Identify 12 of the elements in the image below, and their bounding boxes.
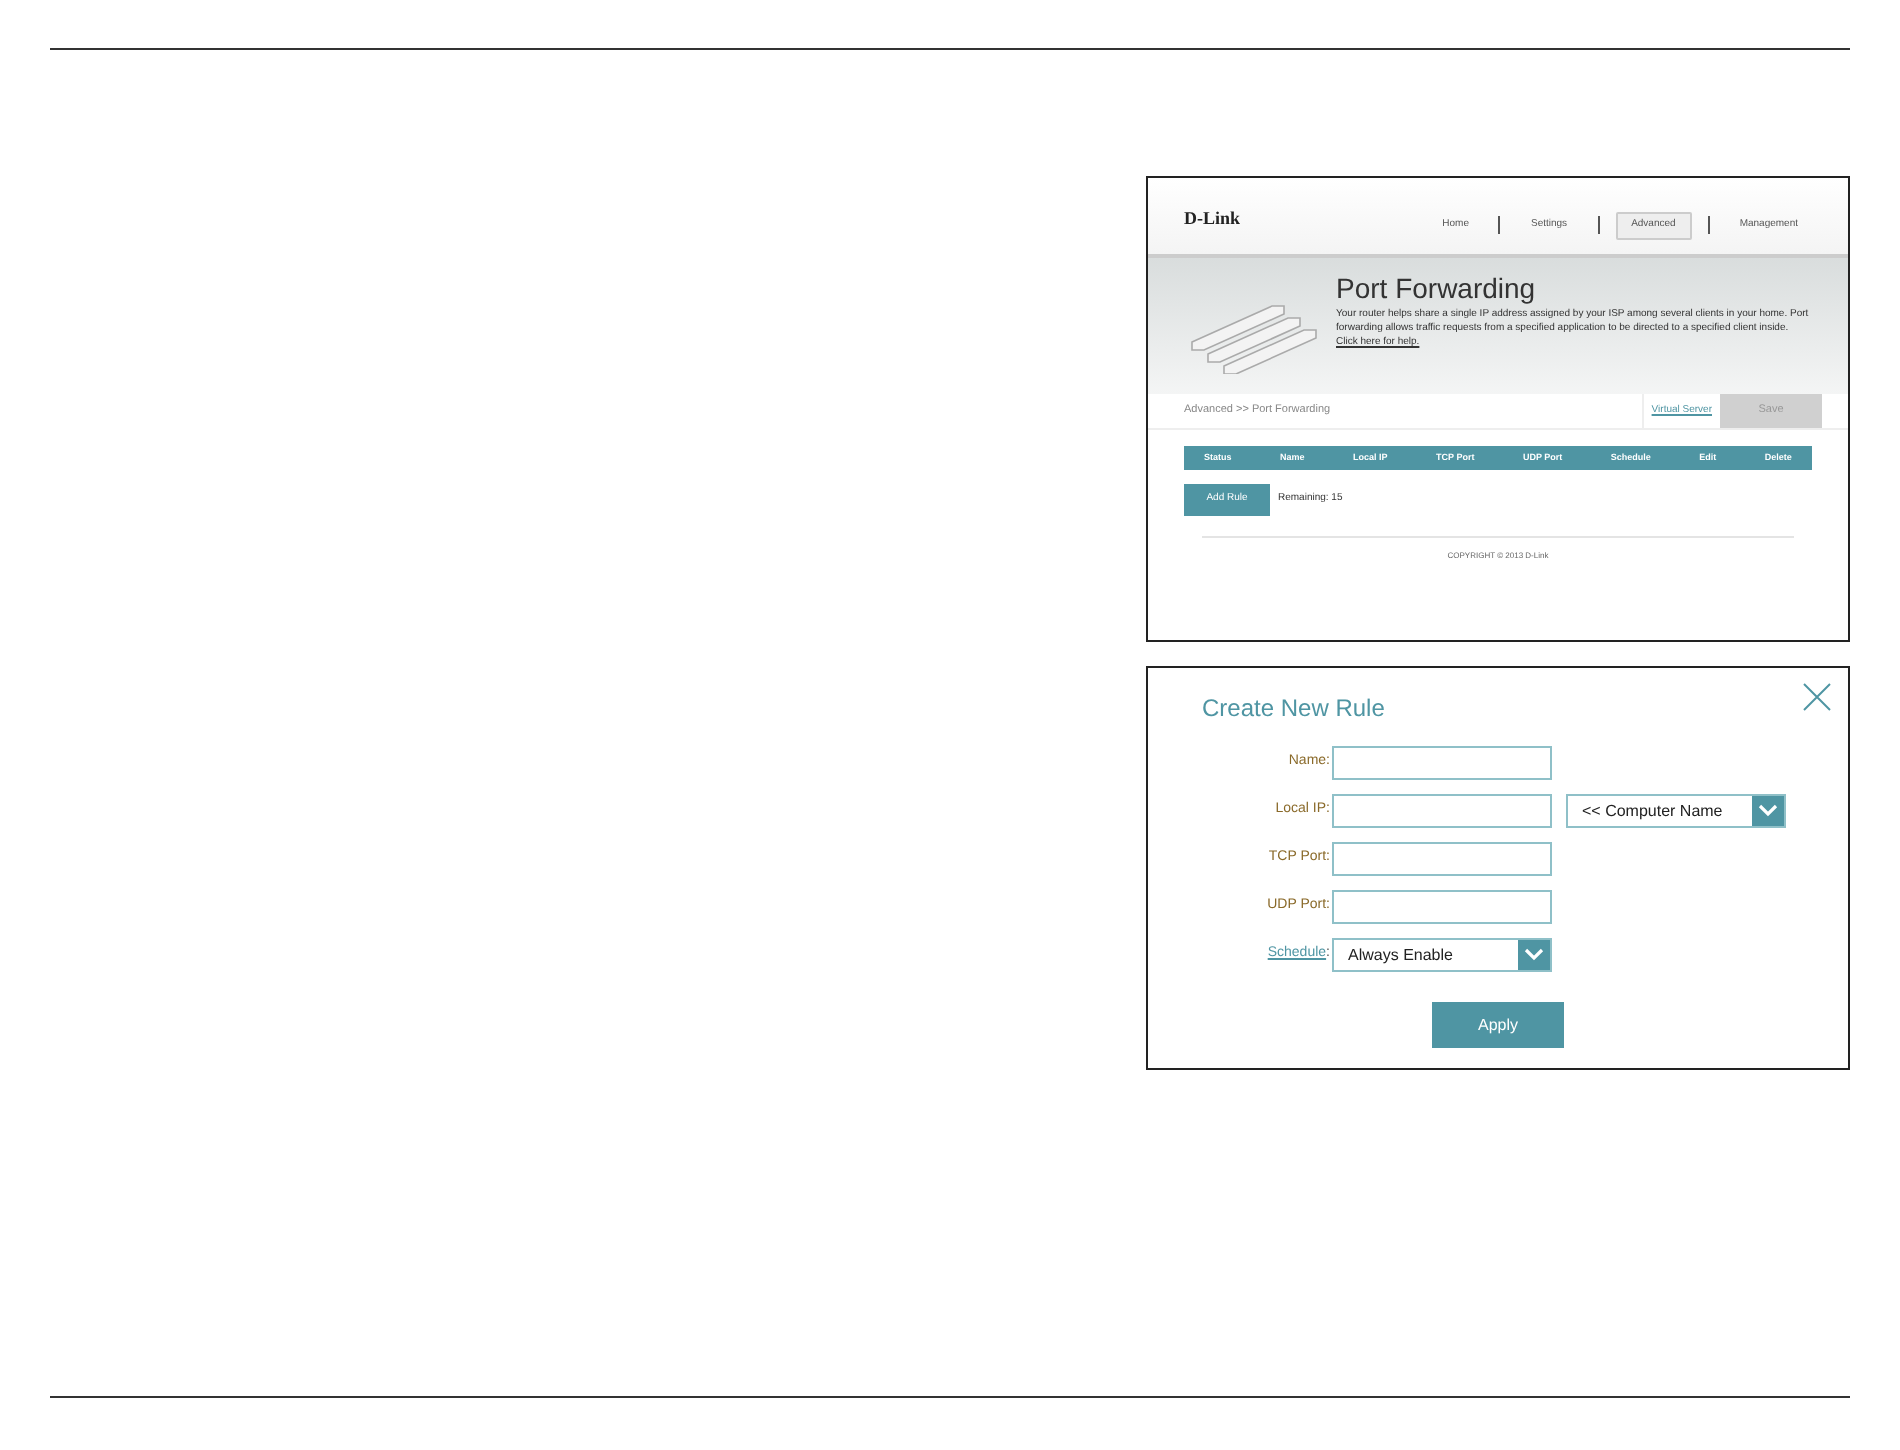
dialog-title: Create New Rule bbox=[1202, 692, 1385, 726]
input-field[interactable] bbox=[1332, 794, 1552, 828]
close-icon[interactable] bbox=[1802, 682, 1832, 712]
page-title: Port Forwarding bbox=[1336, 272, 1538, 304]
d-link-logo: D-Link bbox=[1184, 206, 1241, 232]
dropdown[interactable]: Always Enable bbox=[1332, 938, 1552, 972]
chevron-down-icon bbox=[1758, 804, 1778, 818]
input-field[interactable] bbox=[1332, 842, 1552, 876]
input-field[interactable] bbox=[1332, 890, 1552, 924]
input-field[interactable] bbox=[1332, 746, 1552, 780]
chevron-down-icon bbox=[1524, 948, 1544, 962]
dropdown[interactable]: << Computer Name bbox=[1566, 794, 1786, 828]
